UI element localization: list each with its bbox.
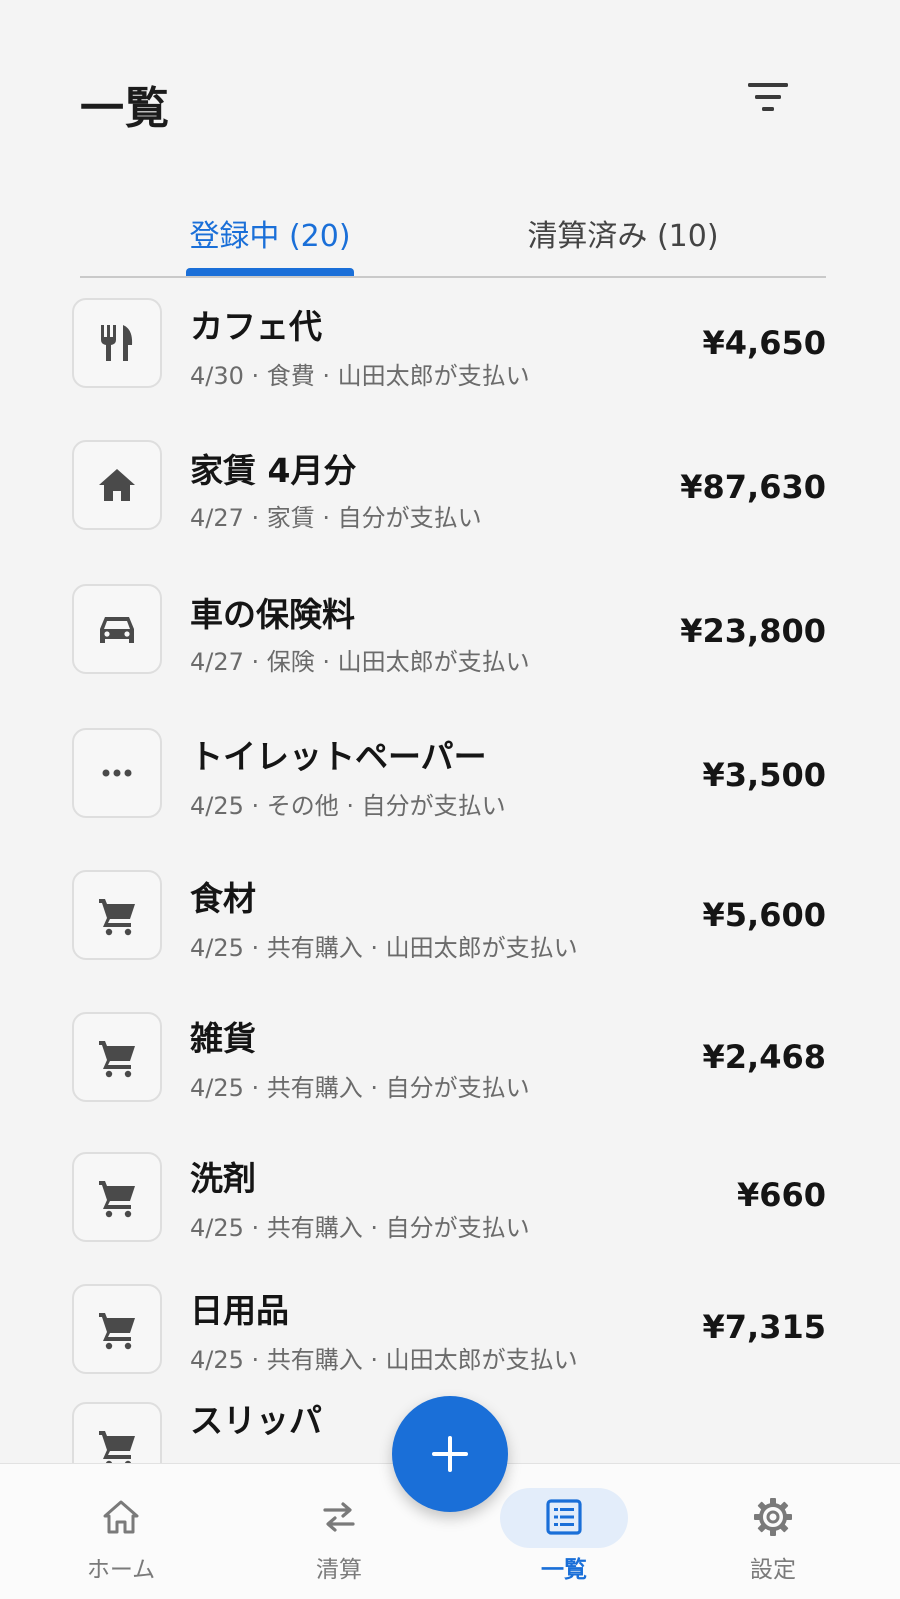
expense-title: 食材 <box>190 879 256 918</box>
nav-item-home[interactable]: ホーム <box>46 1464 196 1599</box>
expense-title: 洗剤 <box>190 1159 256 1198</box>
expense-amount: ¥2,468 <box>702 1038 826 1076</box>
expense-row[interactable]: 雑貨 4/25 · 共有購入 · 自分が支払い ¥2,468 <box>0 1006 900 1136</box>
nav-label: 一覧 <box>541 1557 587 1583</box>
expense-title: カフェ代 <box>190 307 322 346</box>
expense-subtitle: 4/25 · 共有購入 · 自分が支払い <box>190 1214 530 1242</box>
more-icon <box>102 769 132 777</box>
expense-subtitle: 4/27 · 保険 · 山田太郎が支払い <box>190 648 530 676</box>
expense-title: 雑貨 <box>190 1019 256 1058</box>
nav-label: 清算 <box>316 1557 362 1583</box>
category-icon-box <box>72 870 162 960</box>
expense-row[interactable]: 洗剤 4/25 · 共有購入 · 自分が支払い ¥660 <box>0 1146 900 1276</box>
expense-title: 日用品 <box>190 1291 289 1330</box>
home-icon <box>99 469 135 501</box>
plus-icon <box>432 1436 468 1472</box>
expense-row[interactable]: 日用品 4/25 · 共有購入 · 山田太郎が支払い ¥7,315 <box>0 1278 900 1408</box>
cart-icon <box>99 1313 135 1350</box>
category-icon-box <box>72 1402 162 1463</box>
expense-subtitle: 4/30 · 食費 · 山田太郎が支払い <box>190 362 530 390</box>
cutlery-icon <box>101 325 133 361</box>
expense-title: 家賃 4月分 <box>190 451 357 490</box>
expense-subtitle: 4/27 · 家賃 · 自分が支払い <box>190 504 482 532</box>
expense-subtitle: 4/25 · 共有購入 · 山田太郎が支払い <box>190 934 578 962</box>
nav-item-list[interactable]: 一覧 <box>489 1464 639 1599</box>
gear-icon <box>748 1492 798 1542</box>
expense-subtitle: 4/25 · その他 · 自分が支払い <box>190 792 506 820</box>
home-outline-icon <box>96 1492 146 1542</box>
category-icon-box <box>72 584 162 674</box>
expense-subtitle: 4/25 · 共有購入 · 自分が支払い <box>190 1074 530 1102</box>
expense-row[interactable]: トイレットペーパー 4/25 · その他 · 自分が支払い ¥3,500 <box>0 722 900 852</box>
expense-row[interactable]: 車の保険料 4/27 · 保険 · 山田太郎が支払い ¥23,800 <box>0 578 900 708</box>
expense-row[interactable]: 食材 4/25 · 共有購入 · 山田太郎が支払い ¥5,600 <box>0 864 900 994</box>
tab-active-indicator <box>186 268 354 276</box>
filter-icon <box>748 83 788 111</box>
expense-title: 車の保険料 <box>190 595 355 634</box>
tab-settled[interactable]: 清算済み (10) <box>494 190 752 276</box>
category-icon-box <box>72 728 162 818</box>
expense-title: トイレットペーパー <box>190 737 487 776</box>
filter-button[interactable] <box>740 72 796 122</box>
expense-amount: ¥4,650 <box>702 324 826 362</box>
expense-amount: ¥660 <box>736 1176 826 1214</box>
cart-icon <box>99 1041 135 1078</box>
cart-icon <box>99 899 135 936</box>
category-icon-box <box>72 440 162 530</box>
page-title: 一覧 <box>80 83 170 134</box>
nav-item-settlement[interactable]: 清算 <box>264 1464 414 1599</box>
expense-row[interactable]: 家賃 4月分 4/27 · 家賃 · 自分が支払い ¥87,630 <box>0 434 900 564</box>
nav-label: ホーム <box>86 1557 156 1583</box>
cart-icon <box>99 1431 135 1463</box>
expense-list[interactable]: カフェ代 4/30 · 食費 · 山田太郎が支払い ¥4,650 家賃 4月分 … <box>0 278 900 1463</box>
list-icon <box>539 1492 589 1542</box>
expense-row[interactable]: カフェ代 4/30 · 食費 · 山田太郎が支払い ¥4,650 <box>0 292 900 422</box>
category-icon-box <box>72 1152 162 1242</box>
expense-amount: ¥7,315 <box>702 1308 826 1346</box>
expense-subtitle: 4/25 · 共有購入 · 山田太郎が支払い <box>190 1346 578 1374</box>
header: 一覧 <box>0 0 900 180</box>
tab-bar: 登録中 (20) 清算済み (10) <box>80 190 826 278</box>
expense-title: スリッパ <box>190 1401 322 1440</box>
category-icon-box <box>72 298 162 388</box>
category-icon-box <box>72 1012 162 1102</box>
tab-registered[interactable]: 登録中 (20) <box>156 190 384 276</box>
expense-amount: ¥23,800 <box>680 612 826 650</box>
expense-amount: ¥3,500 <box>702 756 826 794</box>
nav-label: 設定 <box>750 1557 796 1583</box>
nav-item-settings[interactable]: 設定 <box>698 1464 848 1599</box>
expense-amount: ¥5,600 <box>702 896 826 934</box>
cart-icon <box>99 1181 135 1218</box>
expense-amount: ¥87,630 <box>680 468 826 506</box>
add-expense-button[interactable] <box>392 1396 508 1512</box>
swap-icon <box>314 1492 364 1542</box>
category-icon-box <box>72 1284 162 1374</box>
car-icon <box>100 617 134 643</box>
